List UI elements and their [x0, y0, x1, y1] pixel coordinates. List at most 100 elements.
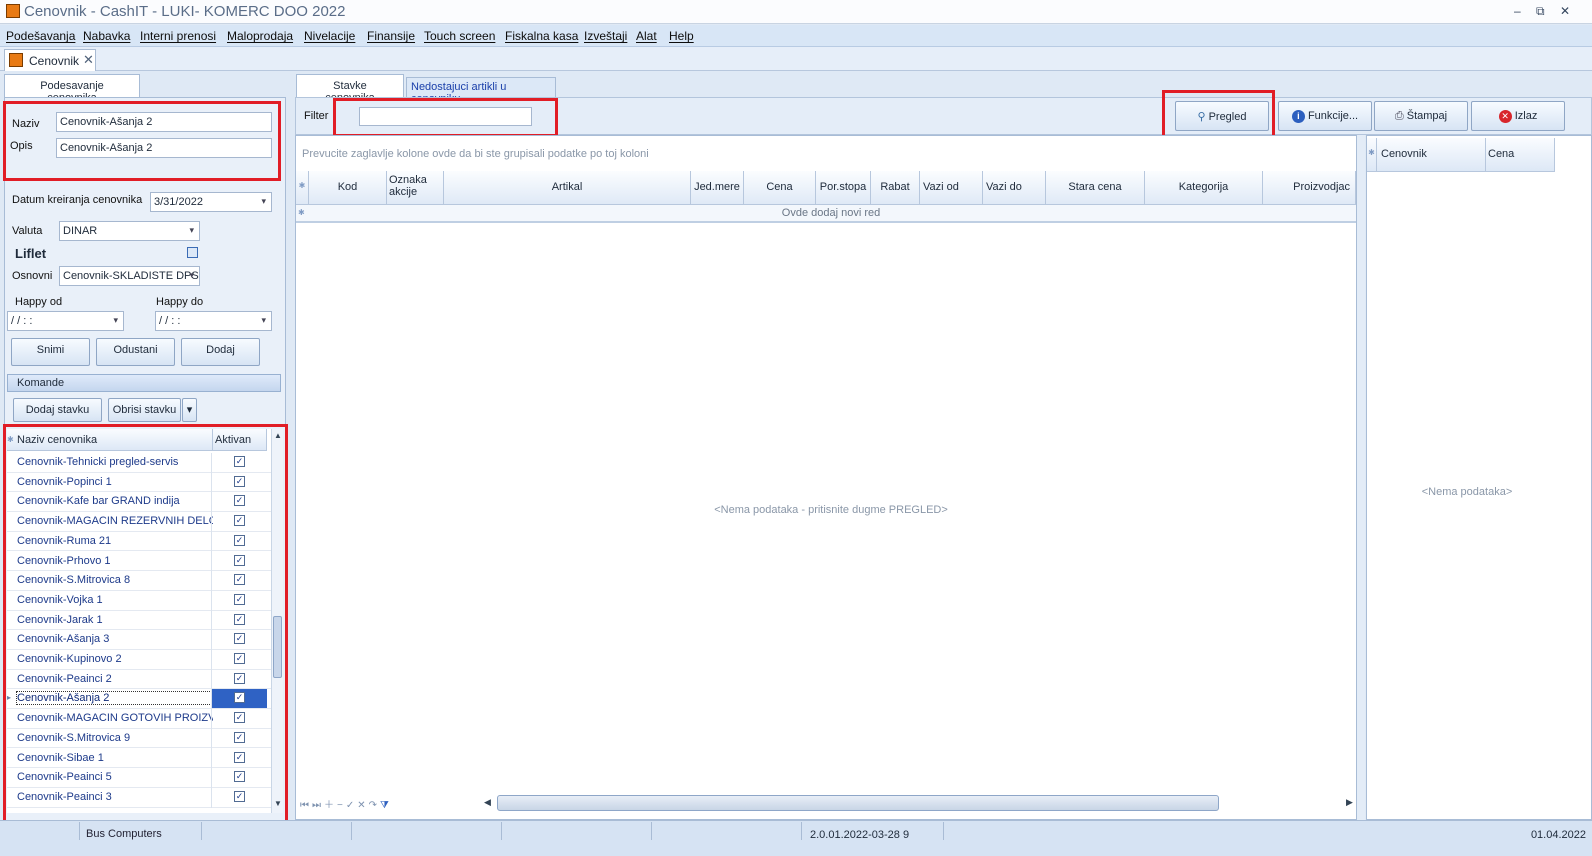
col-stara-cena[interactable]: Stara cena — [1046, 171, 1145, 205]
aktivan-checkbox[interactable]: ✓ — [234, 593, 245, 605]
col-proizvodjac[interactable]: Proizvodjac — [1263, 171, 1356, 205]
menu-alat[interactable]: Alat — [636, 29, 657, 43]
aktivan-checkbox[interactable]: ✓ — [234, 771, 245, 783]
tab-nedostajuci-artikli[interactable]: Nedostajuci artikli u cenovniku — [406, 77, 556, 105]
col-jed-mere[interactable]: Jed.mere — [691, 171, 744, 205]
grid-navigator[interactable]: ⏮⏭＋−✓✕↷⧩ — [300, 796, 392, 811]
hscroll-left-icon[interactable]: ◀ — [484, 797, 491, 808]
aktivan-checkbox[interactable]: ✓ — [234, 633, 245, 645]
liflet-checkbox[interactable] — [187, 247, 198, 258]
close-tab-icon[interactable]: ✕ — [83, 52, 94, 68]
list-item[interactable]: Cenovnik-Popinci 1 ✓ — [7, 472, 273, 493]
col-vazi-od[interactable]: Vazi od — [920, 171, 983, 205]
pregled-button[interactable]: ⚲ Pregled — [1175, 101, 1269, 131]
scroll-thumb[interactable] — [273, 616, 282, 678]
aktivan-checkbox[interactable]: ✓ — [234, 495, 245, 507]
close-button[interactable]: ✕ — [1560, 4, 1570, 18]
list-item[interactable]: Cenovnik-Ruma 21 ✓ — [7, 531, 273, 552]
col-oznaka-akcije[interactable]: Oznaka akcije — [387, 171, 444, 205]
stampaj-button[interactable]: ⎙ Štampaj — [1374, 101, 1468, 131]
hscroll-thumb[interactable] — [497, 795, 1219, 811]
aktivan-checkbox[interactable]: ✓ — [234, 534, 245, 546]
aktivan-checkbox[interactable]: ✓ — [234, 712, 245, 724]
aktivan-checkbox[interactable]: ✓ — [234, 456, 245, 467]
list-item[interactable]: Cenovnik-MAGACIN REZERVNIH DELOVA ✓ — [7, 512, 273, 533]
obrisi-stavku-button[interactable]: Obrisi stavku — [108, 398, 181, 422]
filter-input[interactable] — [359, 107, 532, 126]
opis-field[interactable]: Cenovnik-Ašanja 2 — [56, 138, 272, 158]
snimi-button[interactable]: Snimi — [11, 338, 90, 366]
menu-izvestaji[interactable]: Izveštaji — [584, 29, 627, 43]
menu-maloprodaja[interactable]: Maloprodaja — [227, 29, 293, 43]
list-item[interactable]: ▸ Cenovnik-Ašanja 2 ✓ — [7, 689, 273, 710]
hscroll-right-icon[interactable]: ▶ — [1346, 797, 1353, 808]
aktivan-checkbox[interactable]: ✓ — [234, 731, 245, 743]
aktivan-checkbox[interactable]: ✓ — [234, 554, 245, 566]
col-naziv-cenovnika[interactable]: Naziv cenovnika — [17, 434, 97, 446]
col-kod[interactable]: Kod — [309, 171, 387, 205]
list-item[interactable]: Cenovnik-Ašanja 3 ✓ — [7, 630, 273, 651]
menu-help[interactable]: Help — [669, 29, 694, 43]
osnovni-select[interactable]: Cenovnik-SKLADISTE DPS — [59, 266, 200, 286]
menu-nabavka[interactable]: Nabavka — [83, 29, 130, 43]
aktivan-checkbox[interactable]: ✓ — [234, 672, 245, 684]
col-aktivan[interactable]: Aktivan — [215, 434, 251, 446]
menu-interni-prenosi[interactable]: Interni prenosi — [140, 29, 216, 43]
list-item[interactable]: Cenovnik-Peainci 3 ✓ — [7, 787, 273, 808]
aktivan-checkbox[interactable]: ✓ — [234, 475, 245, 487]
happy-do-picker[interactable]: / / : : — [155, 311, 272, 331]
naziv-field[interactable]: Cenovnik-Ašanja 2 — [56, 112, 272, 132]
col-por-stopa[interactable]: Por.stopa — [816, 171, 871, 205]
dodaj-button[interactable]: Dodaj — [181, 338, 260, 366]
col-artikal[interactable]: Artikal — [444, 171, 691, 205]
obrisi-dropdown-arrow-icon[interactable]: ▾ — [182, 398, 197, 422]
aktivan-checkbox[interactable]: ✓ — [234, 653, 245, 664]
list-item[interactable]: Cenovnik-Tehnicki pregled-servis ✓ — [7, 453, 273, 473]
scroll-up-icon[interactable]: ▲ — [274, 431, 282, 440]
happy-od-picker[interactable]: / / : : — [7, 311, 124, 331]
menu-podesavanja[interactable]: Podešavanja — [6, 29, 75, 43]
splitter[interactable] — [1357, 135, 1365, 820]
list-item[interactable]: Cenovnik-Kupinovo 2 ✓ — [7, 650, 273, 670]
tab-stavke-cenovnika[interactable]: Stavke cenovnika — [296, 74, 404, 104]
col-vazi-do[interactable]: Vazi do — [983, 171, 1046, 205]
restore-button[interactable]: ⧉ — [1536, 4, 1545, 19]
list-item[interactable]: Cenovnik-Kafe bar GRAND indija ✓ — [7, 492, 273, 513]
list-scrollbar[interactable]: ▲ ▼ — [271, 429, 283, 813]
menu-finansije[interactable]: Finansije — [367, 29, 415, 43]
list-item[interactable]: Cenovnik-MAGACIN GOTOVIH PROIZVODA ✓ — [7, 709, 273, 730]
funkcije-button[interactable]: i Funkcije... — [1278, 101, 1372, 131]
aktivan-checkbox[interactable]: ✓ — [234, 574, 245, 586]
list-item[interactable]: Cenovnik-Jarak 1 ✓ — [7, 610, 273, 631]
valuta-select[interactable]: DINAR — [59, 221, 200, 241]
col-rabat[interactable]: Rabat — [871, 171, 920, 205]
scroll-down-icon[interactable]: ▼ — [274, 799, 282, 808]
aktivan-checkbox[interactable]: ✓ — [234, 613, 245, 625]
list-item[interactable]: Cenovnik-Prhovo 1 ✓ — [7, 551, 273, 572]
izlaz-button[interactable]: ✕ Izlaz — [1471, 101, 1565, 131]
tab-podesavanje-cenovnika[interactable]: Podesavanje cenovnika — [4, 74, 140, 104]
list-item[interactable]: Cenovnik-Peainci 2 ✓ — [7, 669, 273, 690]
list-item[interactable]: Cenovnik-Peainci 5 ✓ — [7, 768, 273, 789]
menu-fiskalna-kasa[interactable]: Fiskalna kasa — [505, 29, 578, 43]
doc-tab-cenovnik[interactable]: Cenovnik ✕ — [4, 49, 96, 71]
minimize-button[interactable]: – — [1514, 4, 1521, 18]
list-item[interactable]: Cenovnik-S.Mitrovica 9 ✓ — [7, 728, 273, 749]
aktivan-checkbox[interactable]: ✓ — [234, 692, 245, 704]
filter-icon[interactable]: ⧩ — [380, 800, 392, 811]
menu-touch-screen[interactable]: Touch screen — [424, 29, 495, 43]
new-row[interactable]: ✱ Ovde dodaj novi red — [296, 205, 1356, 223]
odustani-button[interactable]: Odustani — [96, 338, 175, 366]
list-item[interactable]: Cenovnik-Vojka 1 ✓ — [7, 590, 273, 611]
aktivan-checkbox[interactable]: ✓ — [234, 751, 245, 763]
list-item[interactable]: Cenovnik-Sibae 1 ✓ — [7, 748, 273, 769]
col-cena[interactable]: Cena — [744, 171, 816, 205]
aktivan-checkbox[interactable]: ✓ — [234, 515, 245, 527]
aktivan-checkbox[interactable]: ✓ — [234, 790, 245, 802]
right-col-cena[interactable]: Cena — [1486, 138, 1555, 172]
dodaj-stavku-button[interactable]: Dodaj stavku — [13, 398, 102, 422]
col-kategorija[interactable]: Kategorija — [1145, 171, 1263, 205]
menu-nivelacije[interactable]: Nivelacije — [304, 29, 355, 43]
list-item[interactable]: Cenovnik-S.Mitrovica 8 ✓ — [7, 571, 273, 592]
right-col-cenovnik[interactable]: Cenovnik — [1377, 138, 1486, 172]
